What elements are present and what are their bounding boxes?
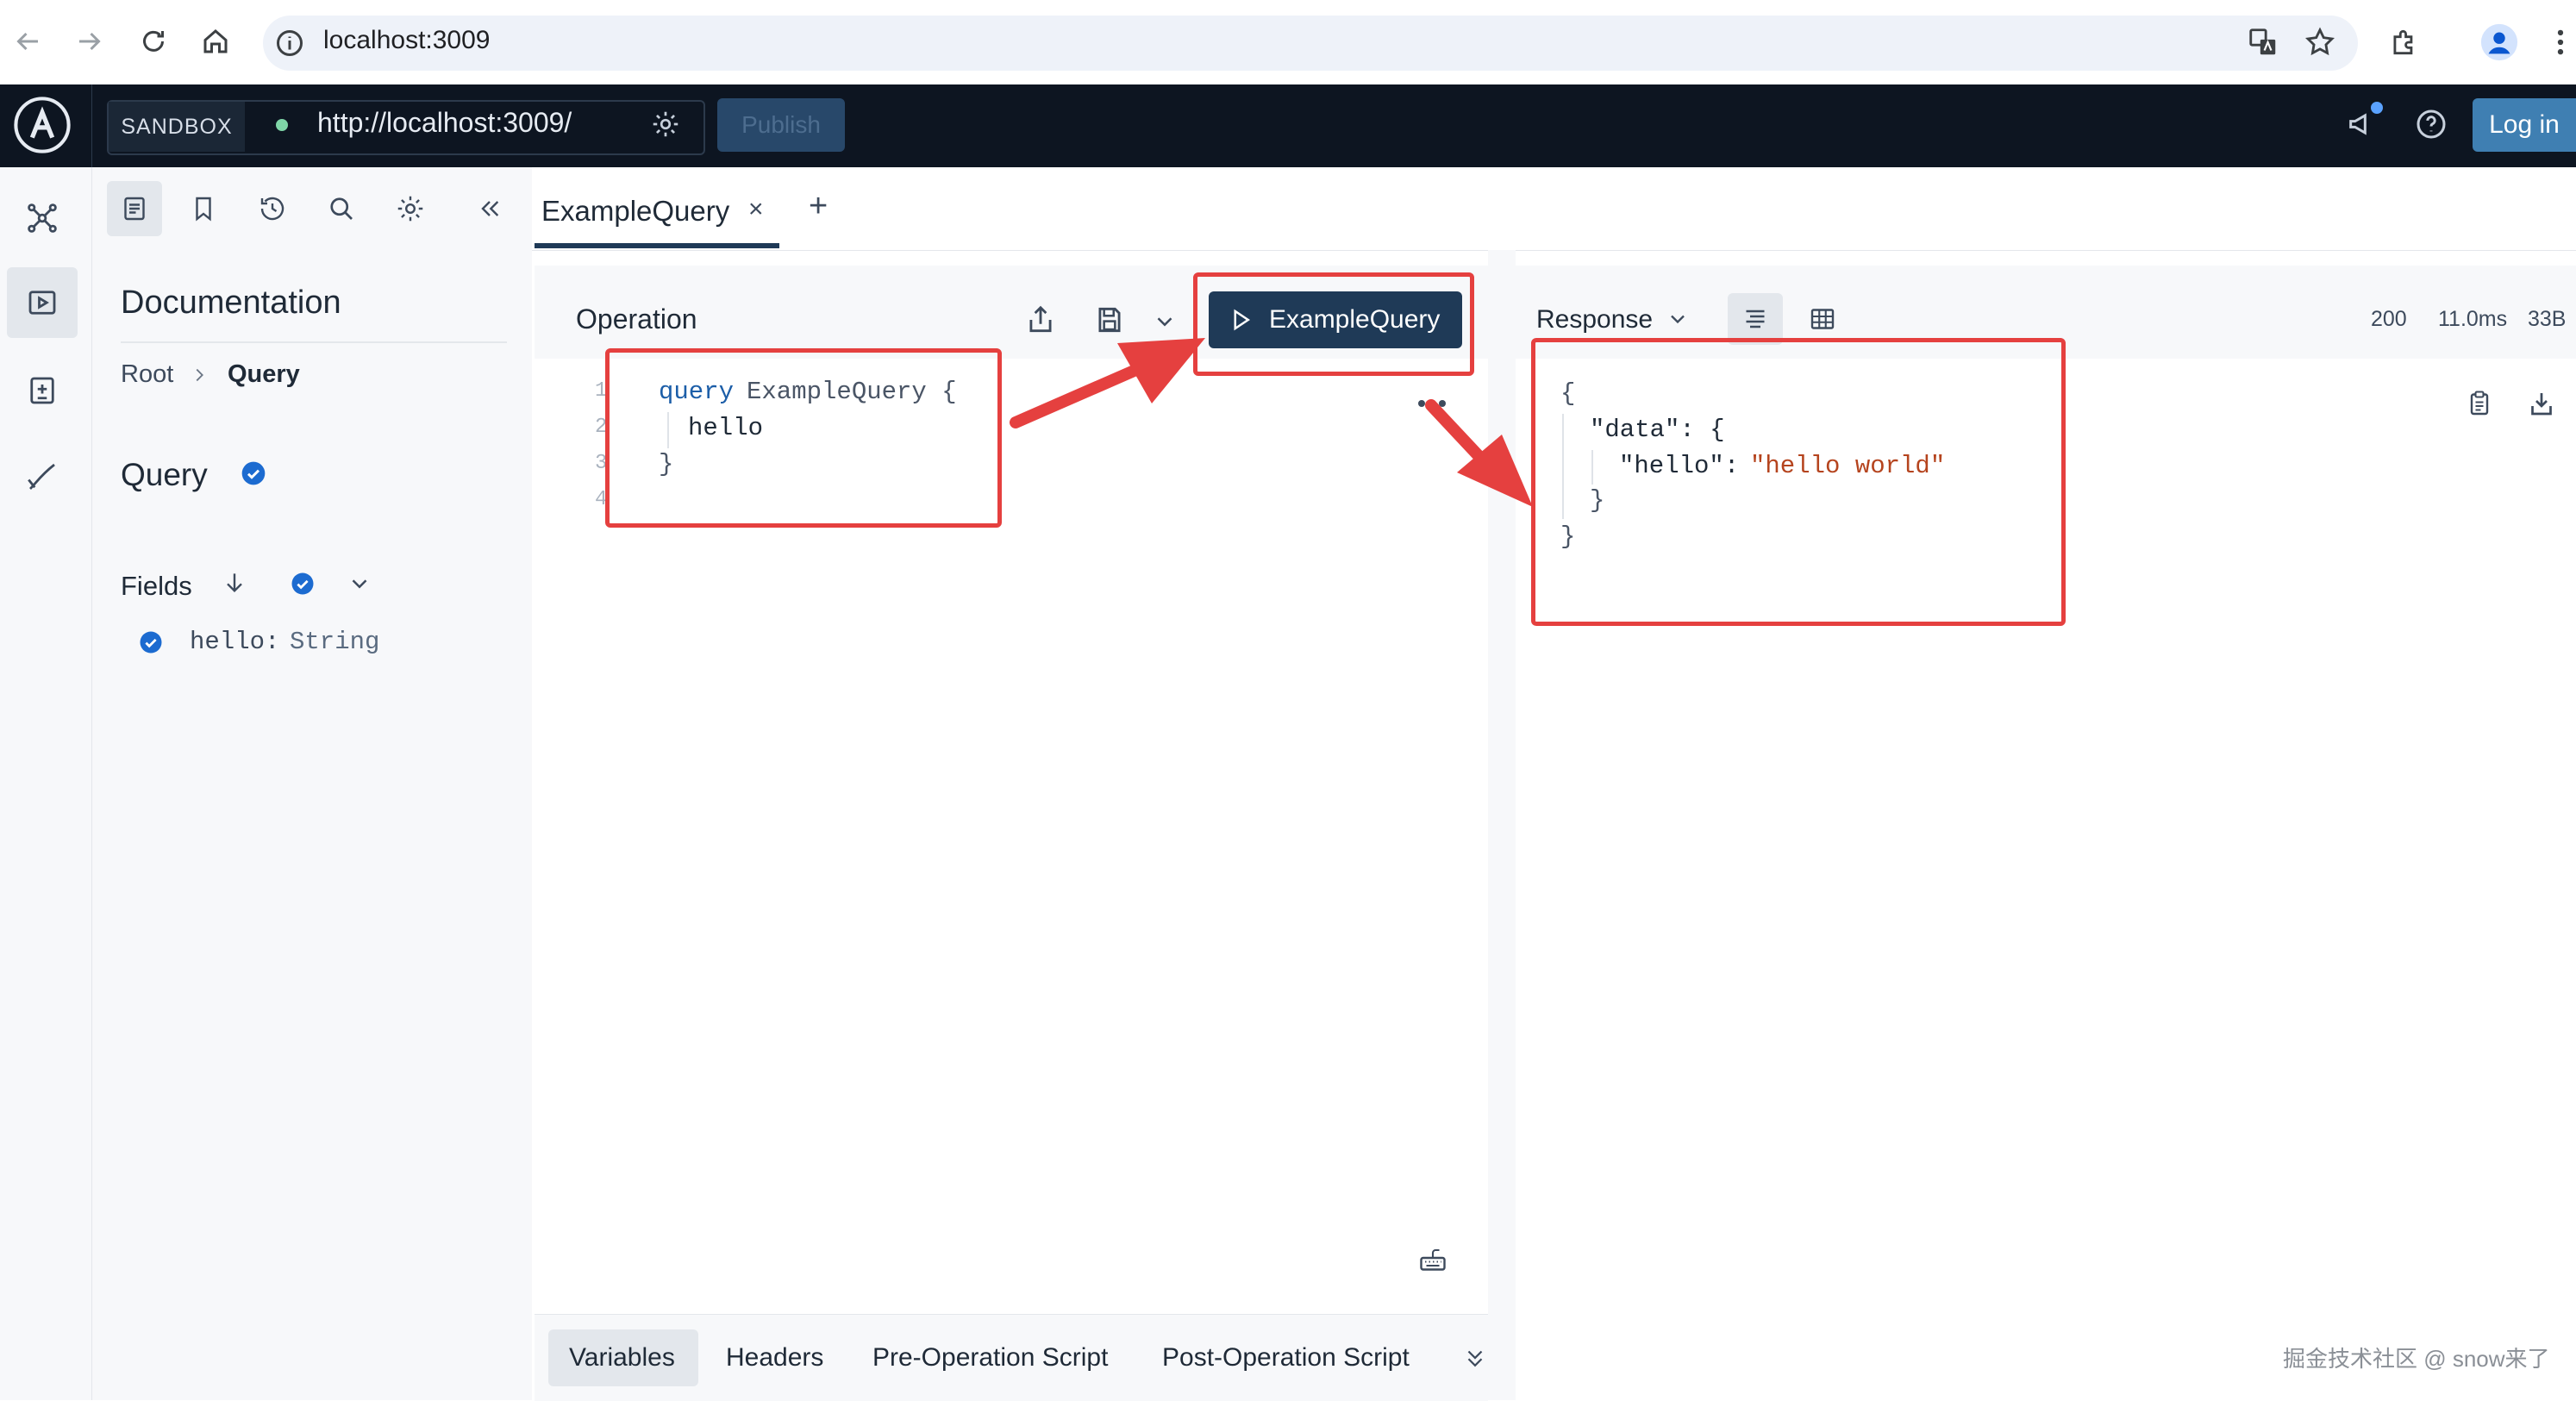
docs-divider (121, 341, 507, 343)
select-all-fields-checkbox[interactable] (290, 571, 316, 597)
download-response-icon[interactable] (2526, 388, 2557, 419)
field-hello-checkbox[interactable] (138, 629, 164, 655)
response-time: 11.0ms (2438, 307, 2508, 331)
breadcrumb-chevron-icon (190, 366, 209, 385)
translate-icon[interactable] (2247, 26, 2279, 59)
tab-active-underline (535, 243, 779, 248)
tab-headers[interactable]: Headers (726, 1330, 823, 1385)
tab-post-operation-script[interactable]: Post-Operation Script (1162, 1330, 1410, 1385)
tab-close-icon[interactable]: × (748, 195, 764, 224)
connection-settings-icon[interactable] (650, 109, 681, 140)
bookmark-icon[interactable] (188, 193, 219, 224)
tab-pre-operation-script[interactable]: Pre-Operation Script (872, 1330, 1108, 1385)
annotation-box-query (605, 348, 1002, 528)
back-icon[interactable] (12, 26, 43, 57)
new-tab-button[interactable]: + (809, 188, 828, 225)
fields-label: Fields (121, 571, 192, 601)
keyboard-shortcuts-icon[interactable] (1417, 1245, 1448, 1276)
annotation-box-run-button (1193, 272, 1474, 376)
extensions-icon[interactable] (2388, 26, 2421, 59)
fields-dropdown-chevron-icon[interactable] (347, 571, 372, 597)
forward-icon[interactable] (74, 26, 105, 57)
play-square-icon (24, 285, 60, 321)
search-icon[interactable] (326, 193, 357, 224)
document-icon[interactable] (119, 193, 150, 224)
annotation-arrow-to-response (1422, 397, 1543, 517)
documentation-panel (92, 167, 532, 1400)
address-bar[interactable] (263, 16, 2358, 71)
header-divider (91, 84, 92, 167)
response-dropdown-chevron-icon[interactable] (1666, 307, 1690, 331)
site-info-icon[interactable] (274, 28, 305, 59)
copy-response-icon[interactable] (2464, 388, 2495, 419)
reload-icon[interactable] (138, 26, 169, 57)
annotation-box-response (1531, 338, 2066, 626)
help-icon[interactable] (2414, 107, 2448, 141)
breadcrumb-query: Query (228, 360, 300, 388)
schema-graph-icon[interactable] (24, 200, 60, 236)
settings-gear-icon[interactable] (395, 193, 426, 224)
home-icon[interactable] (200, 26, 231, 57)
operation-tab-bar (532, 167, 2576, 251)
collapse-panel-icon[interactable] (476, 195, 503, 222)
table-view-icon[interactable] (1807, 303, 1838, 335)
address-url[interactable]: localhost:3009 (323, 26, 490, 55)
annotation-arrow-to-run (1009, 319, 1224, 431)
documentation-title: Documentation (121, 285, 341, 321)
diff-icon[interactable] (24, 372, 60, 409)
operation-title: Operation (576, 303, 697, 335)
tab-variables[interactable]: Variables (569, 1330, 675, 1385)
expand-panel-icon[interactable] (1462, 1343, 1488, 1373)
response-title[interactable]: Response (1536, 305, 1653, 335)
history-icon[interactable] (257, 193, 288, 224)
text-lines-icon (1740, 303, 1771, 335)
type-title: Query (121, 457, 208, 492)
field-hello-type[interactable]: String (290, 628, 379, 656)
watermark: 掘金技术社区 @ snow来了 (2283, 1346, 2550, 1372)
response-size: 33B (2528, 307, 2567, 331)
field-hello-name[interactable]: hello: (190, 628, 279, 656)
sort-arrow-icon[interactable] (221, 569, 248, 597)
endpoint-url[interactable]: http://localhost:3009/ (317, 107, 572, 139)
verified-check-icon (240, 460, 267, 487)
login-button[interactable]: Log in (2473, 98, 2576, 152)
response-status: 200 (2371, 307, 2407, 331)
tab-label: ExampleQuery (541, 195, 730, 227)
apollo-logo-icon[interactable] (12, 95, 72, 155)
announcements-icon[interactable] (2345, 102, 2383, 141)
bookmark-star-icon[interactable] (2304, 26, 2336, 59)
breadcrumb-root[interactable]: Root (121, 360, 173, 389)
profile-avatar-icon[interactable] (2479, 22, 2519, 62)
left-nav-rail (0, 167, 92, 1400)
connection-status-dot (276, 119, 288, 131)
publish-button[interactable]: Publish (717, 98, 845, 152)
checks-icon[interactable] (24, 459, 60, 495)
browser-menu-icon[interactable] (2552, 26, 2569, 59)
sandbox-label: SANDBOX (109, 102, 245, 152)
